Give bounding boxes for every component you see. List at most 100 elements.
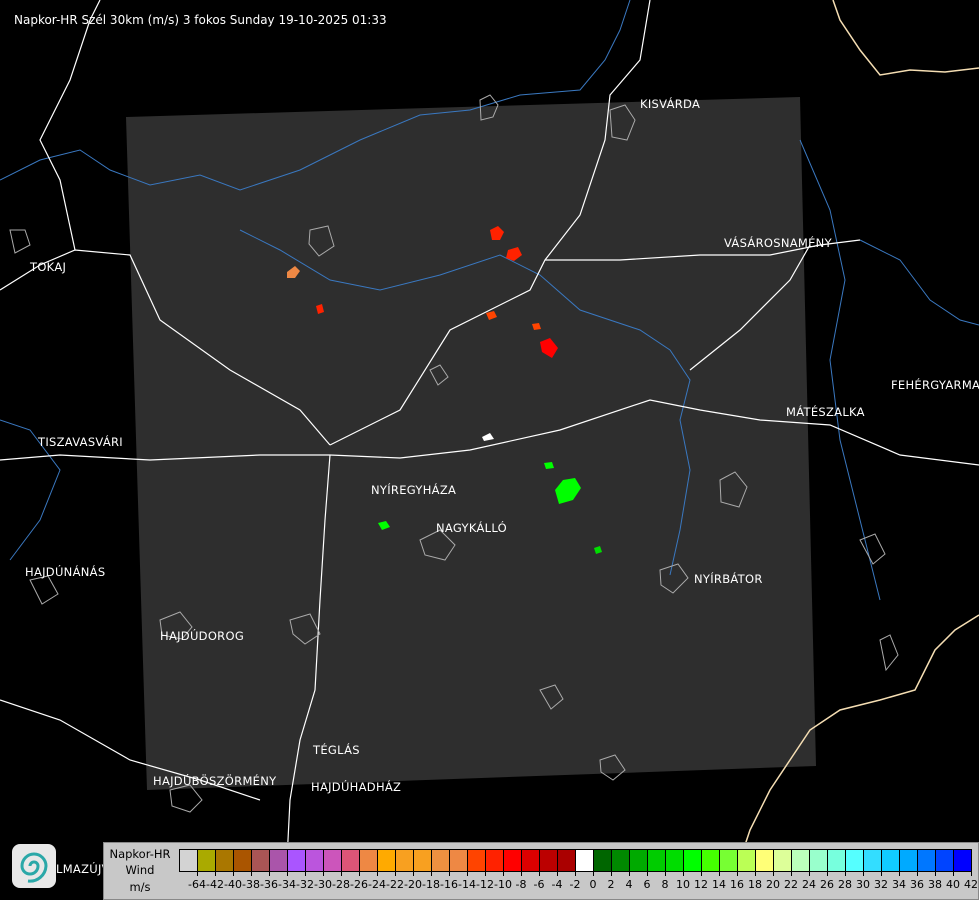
legend-tick (539, 871, 540, 876)
legend-tick (449, 871, 450, 876)
legend-tick-label: 20 (766, 878, 780, 891)
legend-tick-label: 32 (874, 878, 888, 891)
legend-tick-label: -42 (206, 878, 224, 891)
legend-tick (737, 871, 738, 876)
legend-color-bar (179, 849, 972, 872)
legend-tick-label: 6 (643, 878, 651, 891)
legend-tick-label: 22 (784, 878, 798, 891)
legend-tick (215, 871, 216, 876)
legend-tick (629, 871, 630, 876)
legend-tick-label: 8 (661, 878, 669, 891)
city-label: HAJDÚBÖSZÖRMÉNY (153, 774, 277, 788)
legend-tick (521, 871, 522, 876)
legend-tick-label: 18 (748, 878, 762, 891)
legend-tick (359, 871, 360, 876)
legend-tick-label: 4 (625, 878, 633, 891)
city-label: HAJDÚNÁNÁS (25, 565, 106, 579)
legend-color-cell (792, 850, 810, 871)
legend-tick (899, 871, 900, 876)
legend-tick (251, 871, 252, 876)
map-title: Napkor-HR Szél 30km (m/s) 3 fokos Sunday… (14, 13, 387, 27)
legend-tick (269, 871, 270, 876)
legend-tick-label: 26 (820, 878, 834, 891)
legend-color-cell (684, 850, 702, 871)
legend-color-cell (522, 850, 540, 871)
legend-tick-label: 38 (928, 878, 942, 891)
legend-tick-label: 34 (892, 878, 906, 891)
legend-tick (341, 871, 342, 876)
legend-tick-label: -36 (260, 878, 278, 891)
legend-color-cell (342, 850, 360, 871)
legend-tick (197, 871, 198, 876)
legend-tick-label: 10 (676, 878, 690, 891)
legend-tick-label: 40 (946, 878, 960, 891)
legend-color-cell (756, 850, 774, 871)
legend-color-cell (198, 850, 216, 871)
legend-tick-label: 12 (694, 878, 708, 891)
legend-tick (305, 871, 306, 876)
legend-tick (413, 871, 414, 876)
legend-tick-label: -38 (242, 878, 260, 891)
legend-tick (791, 871, 792, 876)
map-canvas (0, 0, 979, 900)
legend-tick (467, 871, 468, 876)
legend-color-cell (414, 850, 432, 871)
legend-color-cell (828, 850, 846, 871)
city-label: TÉGLÁS (313, 743, 360, 757)
legend-tick-label: -10 (494, 878, 512, 891)
legend-tick (377, 871, 378, 876)
city-label: FEHÉRGYARMAT (891, 378, 979, 392)
legend-tick (701, 871, 702, 876)
legend-color-cell (594, 850, 612, 871)
legend-color-cell (900, 850, 918, 871)
legend-tick (485, 871, 486, 876)
legend-tick-label: -12 (476, 878, 494, 891)
legend-quantity: Wind (125, 863, 155, 877)
city-label: VÁSÁROSNAMÉNY (724, 236, 832, 250)
legend-color-cell (180, 850, 198, 871)
city-label: HAJDÚHADHÁZ (311, 780, 402, 794)
legend-color-cell (252, 850, 270, 871)
legend-tick (719, 871, 720, 876)
legend-color-cell (306, 850, 324, 871)
legend-tick-label: -40 (224, 878, 242, 891)
legend-color-cell (486, 850, 504, 871)
legend-tick-label: -30 (314, 878, 332, 891)
legend-color-cell (936, 850, 954, 871)
radar-coverage-area (126, 97, 816, 790)
legend-tick (287, 871, 288, 876)
legend-tick-label: -32 (296, 878, 314, 891)
legend-color-cell (918, 850, 936, 871)
legend-tick (935, 871, 936, 876)
legend-color-cell (270, 850, 288, 871)
legend-color-cell (216, 850, 234, 871)
legend-tick (683, 871, 684, 876)
legend-tick (665, 871, 666, 876)
napkor-logo (12, 844, 56, 888)
city-label: MÁTÉSZALKA (786, 405, 865, 419)
city-label: NAGYKÁLLÓ (436, 521, 507, 535)
legend-unit: m/s (129, 880, 151, 894)
legend-tick-label: -20 (404, 878, 422, 891)
legend-tick (557, 871, 558, 876)
legend-tick (827, 871, 828, 876)
legend-tick-label: -14 (458, 878, 476, 891)
city-label: NYÍRBÁTOR (694, 572, 763, 586)
legend-tick-label: 14 (712, 878, 726, 891)
legend-tick-label: 16 (730, 878, 744, 891)
spiral-logo-icon (20, 852, 48, 883)
legend-tick (863, 871, 864, 876)
legend-tick (917, 871, 918, 876)
legend-color-cell (882, 850, 900, 871)
city-label: TOKAJ (30, 260, 67, 274)
legend-color-cell (468, 850, 486, 871)
legend-tick (755, 871, 756, 876)
legend-color-cell (630, 850, 648, 871)
legend-tick (809, 871, 810, 876)
legend-tick-label: -18 (422, 878, 440, 891)
legend-tick (845, 871, 846, 876)
legend-tick (953, 871, 954, 876)
legend-tick (575, 871, 576, 876)
legend-tick-label: -6 (533, 878, 545, 891)
legend-tick (647, 871, 648, 876)
